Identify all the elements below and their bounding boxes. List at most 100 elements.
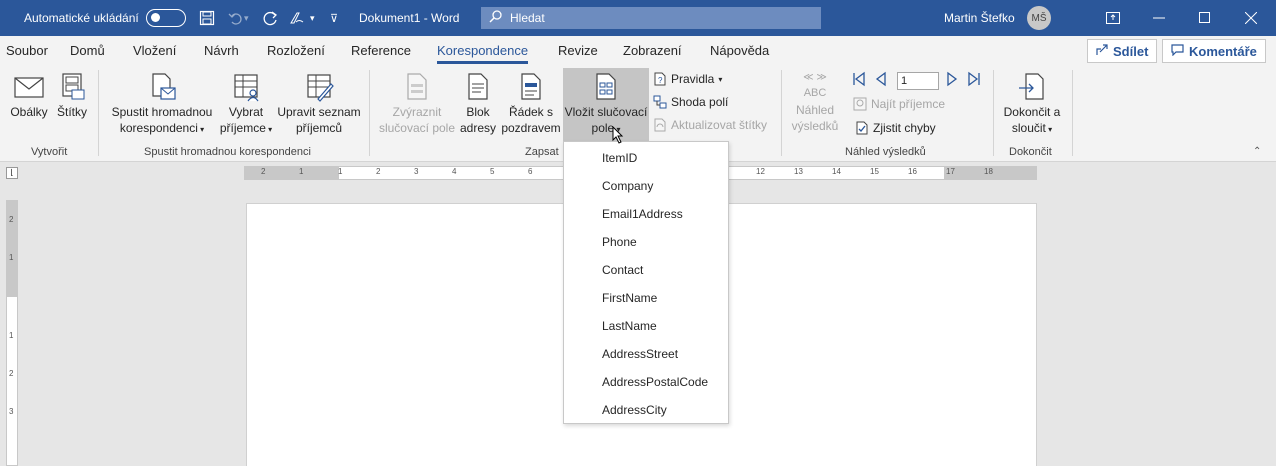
record-number-input[interactable]: 1	[897, 72, 939, 90]
group-nahled-label: Náhled výsledků	[845, 146, 926, 158]
ruler-number: 1	[9, 253, 14, 262]
vertical-ruler[interactable]: 2 1 1 2 3	[6, 200, 18, 466]
finish-merge-icon	[1019, 73, 1044, 100]
start-mail-merge-button[interactable]: Spustit hromadnou korespondenci ▾	[108, 72, 216, 138]
merge-field-dropdown: ItemID Company Email1Address Phone Contact Fi…	[563, 141, 729, 424]
ribbon-display-options-icon[interactable]	[1090, 0, 1136, 36]
group-vytvorit-label: Vytvořit	[31, 146, 68, 158]
address-block-icon	[468, 73, 488, 100]
rules-button[interactable]: ? Pravidla ▾	[653, 72, 722, 86]
user-name[interactable]: Martin Štefko	[944, 0, 1015, 36]
tab-napoveda[interactable]: Nápověda	[710, 43, 769, 58]
format-icon[interactable]	[288, 0, 306, 36]
group-zapsat-label: Zapsat	[525, 146, 559, 158]
tab-korespondence[interactable]: Korespondence	[437, 43, 529, 64]
collapse-ribbon-icon[interactable]: ⌃	[1253, 146, 1261, 157]
document-title: Dokument1 - Word	[359, 11, 460, 25]
envelopes-button[interactable]: Obálky	[8, 72, 50, 120]
save-icon[interactable]	[199, 0, 215, 36]
format-dropdown-icon[interactable]: ▾	[310, 0, 315, 36]
select-recipients-button[interactable]: Vybrat příjemce ▾	[218, 72, 274, 138]
close-icon[interactable]	[1228, 0, 1274, 36]
labels-button[interactable]: Štítky	[54, 72, 90, 120]
ruler-number: 2	[9, 215, 14, 224]
vertical-scrollbar[interactable]	[1262, 180, 1276, 466]
finish-merge-button[interactable]: Dokončit a sloučit ▾	[1001, 72, 1063, 138]
ribbon-separator	[781, 70, 782, 156]
previous-record-icon[interactable]	[874, 71, 888, 90]
ruler-number: 18	[984, 167, 993, 176]
minimize-icon[interactable]	[1136, 0, 1182, 36]
greeting-line-icon	[521, 73, 541, 100]
start-mail-merge-label-2: korespondenci	[119, 121, 198, 135]
edit-recipient-list-button[interactable]: Upravit seznam příjemců	[276, 72, 362, 136]
merge-field-item[interactable]: Phone	[602, 235, 637, 249]
comments-button[interactable]: Komentáře	[1162, 39, 1266, 63]
insert-merge-field-button[interactable]: Vložit slučovací pole ▾	[563, 68, 649, 142]
rules-label: Pravidla	[671, 72, 715, 86]
address-block-label-2: adresy	[459, 121, 497, 135]
insert-merge-field-label-1: Vložit slučovací	[564, 105, 648, 119]
merge-field-item[interactable]: Email1Address	[602, 207, 683, 221]
group-dokoncit-label: Dokončit	[1009, 146, 1052, 158]
select-recipients-label-1: Vybrat	[228, 105, 264, 119]
undo-icon[interactable]	[228, 0, 244, 36]
merge-field-item[interactable]: Company	[602, 179, 653, 193]
tab-vlozeni[interactable]: Vložení	[133, 43, 176, 58]
next-record-icon[interactable]	[945, 71, 959, 90]
merge-field-item[interactable]: LastName	[602, 319, 657, 333]
tab-zobrazeni[interactable]: Zobrazení	[623, 43, 682, 58]
share-button[interactable]: Sdílet	[1087, 39, 1158, 63]
ribbon-separator	[98, 70, 99, 156]
tab-reference[interactable]: Reference	[351, 43, 411, 58]
ruler-number: 12	[756, 167, 765, 176]
labels-icon	[62, 73, 85, 100]
labels-label: Štítky	[56, 105, 87, 119]
chevron-down-icon: ▾	[265, 125, 273, 134]
tab-navrh[interactable]: Návrh	[204, 43, 239, 58]
group-spustit-label: Spustit hromadnou korespondenci	[144, 146, 311, 158]
merge-field-item[interactable]: AddressPostalCode	[602, 375, 708, 389]
search-box[interactable]: Hledat	[481, 7, 821, 29]
address-block-button[interactable]: Blok adresy	[458, 72, 498, 136]
title-bar: Automatické ukládání ▾ ▾ ⊽ Dokument1 - W…	[0, 0, 1276, 36]
first-record-icon[interactable]	[851, 71, 867, 90]
undo-dropdown-icon[interactable]: ▾	[244, 0, 249, 36]
check-errors-button[interactable]: Zjistit chyby	[855, 121, 936, 135]
find-recipient-button[interactable]: Najít příjemce	[853, 97, 945, 111]
greeting-line-button[interactable]: Řádek s pozdravem	[499, 72, 563, 136]
ruler-number: 1	[338, 167, 343, 176]
highlight-merge-fields-button[interactable]: Zvýraznit slučovací pole	[377, 72, 457, 136]
avatar[interactable]: MŠ	[1027, 6, 1051, 30]
svg-text:?: ?	[658, 76, 663, 85]
customize-qat-icon[interactable]: ⊽	[330, 0, 338, 36]
preview-arrows-icon: ≪ ≫	[803, 72, 827, 83]
ribbon-separator	[1072, 70, 1073, 156]
preview-results-button[interactable]: ≪ ≫ ABC Náhled výsledků	[789, 72, 841, 134]
update-labels-button[interactable]: Aktualizovat štítky	[653, 118, 767, 132]
match-fields-button[interactable]: Shoda polí	[653, 95, 728, 109]
ruler-number: 17	[946, 167, 955, 176]
autosave-toggle[interactable]	[146, 9, 186, 27]
ruler-number: 1	[9, 331, 14, 340]
merge-field-item[interactable]: Contact	[602, 263, 643, 277]
match-fields-label: Shoda polí	[671, 95, 729, 109]
envelopes-label: Obálky	[10, 105, 48, 119]
last-record-icon[interactable]	[966, 71, 982, 90]
redo-icon[interactable]	[263, 0, 279, 36]
tab-revize[interactable]: Revize	[558, 43, 598, 58]
tab-soubor[interactable]: Soubor	[6, 43, 48, 58]
merge-field-item[interactable]: AddressStreet	[602, 347, 678, 361]
tab-rozlozeni[interactable]: Rozložení	[267, 43, 325, 58]
maximize-icon[interactable]	[1182, 0, 1228, 36]
ruler-number: 14	[832, 167, 841, 176]
merge-field-item[interactable]: AddressCity	[602, 403, 667, 417]
share-label: Sdílet	[1113, 43, 1149, 59]
ruler-number: 16	[908, 167, 917, 176]
merge-field-item[interactable]: FirstName	[602, 291, 657, 305]
tab-domu[interactable]: Domů	[70, 43, 105, 58]
merge-field-item[interactable]: ItemID	[602, 151, 637, 165]
chevron-down-icon: ▾	[197, 125, 205, 134]
tab-selector[interactable]: ⌊	[6, 167, 18, 179]
ruler-number: 5	[490, 167, 495, 176]
